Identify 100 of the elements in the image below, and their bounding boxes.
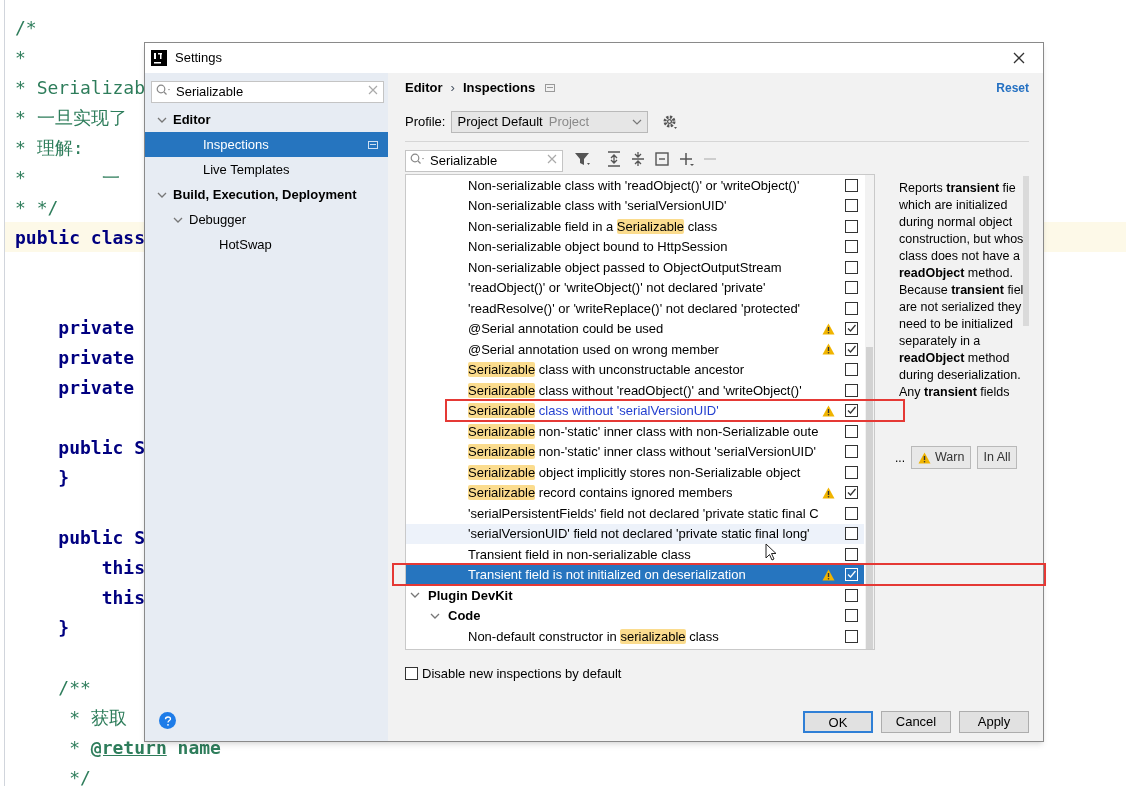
description-line: Because transient fiel (899, 282, 1025, 299)
tree-row[interactable]: Non-serializable field in a Serializable class (406, 216, 864, 237)
toolbar-button[interactable] (605, 150, 623, 168)
code-comment: * Serializab (15, 75, 146, 100)
warning-icon (918, 451, 931, 464)
checkbox[interactable] (845, 363, 858, 377)
checkbox[interactable] (845, 240, 858, 254)
checkbox[interactable] (845, 588, 858, 602)
tree-row[interactable]: Non-default constructor in serializable class (406, 626, 864, 647)
checkbox[interactable] (845, 445, 858, 459)
scope-dropdown[interactable]: In All (977, 446, 1017, 469)
sidebar-item[interactable]: HotSwap (145, 232, 388, 257)
check-icon (846, 343, 857, 355)
description-line: Any transient fields (899, 384, 1011, 401)
group-label: Plugin DevKit (428, 586, 513, 605)
collapse-all-icon (630, 151, 646, 167)
inspection-label: Non-serializable class with 'serialVersionUID' (468, 197, 727, 215)
checkbox[interactable] (845, 506, 858, 520)
checkbox[interactable] (405, 667, 418, 681)
code-comment: * */ (15, 195, 59, 220)
tree-row[interactable]: Non-serializable object passed to ObjectOutputStream (406, 257, 864, 278)
checkbox[interactable] (845, 609, 858, 623)
checkbox[interactable] (845, 342, 858, 356)
tree-row[interactable]: Non-serializable class with 'serialVersionUID' (406, 195, 864, 216)
tree-row[interactable]: @Serial annotation could be used (406, 318, 864, 339)
tree-row[interactable]: Serializable class with unconstructable ancestor (406, 359, 864, 380)
sidebar-item[interactable]: Debugger (145, 207, 388, 232)
checkbox[interactable] (845, 547, 858, 561)
toolbar-button[interactable] (629, 150, 647, 168)
checkbox[interactable] (845, 178, 858, 192)
checkbox[interactable] (845, 383, 858, 397)
breadcrumb-separator: › (450, 79, 455, 98)
disable-new-checkbox[interactable]: Disable new inspections by default (405, 664, 1029, 684)
checkbox[interactable] (845, 486, 858, 500)
tree-row[interactable]: Serializable class without 'readObject()' and 'writeObject()' (406, 380, 864, 401)
check-icon (846, 405, 857, 417)
search-field[interactable]: Serializable (151, 80, 384, 103)
code-line: } (57, 615, 70, 640)
tree-row[interactable]: Serializable object implicitly stores non-Serializable object (406, 462, 864, 483)
dialog-button[interactable]: Cancel (881, 711, 951, 733)
tree-row[interactable]: Serializable non-'static' inner class without 'serialVersionUID' (406, 441, 864, 462)
tree-row[interactable]: Plugin DevKit (406, 585, 864, 606)
dialog-button[interactable]: Apply (959, 711, 1029, 733)
checkbox[interactable] (845, 199, 858, 213)
tree-row[interactable]: 'readResolve()' or 'writeReplace()' not declared 'protected' (406, 298, 864, 319)
checkbox[interactable] (845, 260, 858, 274)
window-title: Settings (175, 49, 222, 68)
scrollbar-thumb[interactable] (1023, 176, 1029, 326)
checkbox[interactable] (845, 301, 858, 315)
tree-row[interactable]: Transient field in non-serializable class (406, 544, 864, 565)
description-line: readObject method. (899, 265, 1014, 282)
tree-row[interactable]: Serializable record contains ignored members (406, 482, 864, 503)
close-button[interactable] (1011, 50, 1027, 66)
checkbox[interactable] (845, 629, 858, 643)
checkbox[interactable] (845, 404, 858, 418)
inspection-label: Non-serializable field in a Serializable class (468, 217, 718, 236)
dialog-button[interactable]: OK (803, 711, 873, 733)
filter-field[interactable]: Serializable (405, 149, 563, 172)
code-line: private (57, 315, 135, 340)
sidebar-item[interactable]: Build, Execution, Deployment (145, 182, 388, 207)
tree-row[interactable]: Serializable class without 'serialVersionUID' (406, 400, 864, 421)
inspection-label: Non-default constructor in serializable class (468, 627, 719, 646)
inspection-label: Serializable object implicitly stores non-Serializable object (468, 463, 801, 482)
settings-button[interactable] (662, 114, 679, 130)
tree-row[interactable]: 'readObject()' or 'writeObject()' not declared 'private' (406, 277, 864, 298)
scrollbar-thumb[interactable] (866, 347, 873, 649)
checkbox[interactable] (845, 424, 858, 438)
sidebar-item[interactable]: Inspections (145, 132, 388, 157)
checkbox[interactable] (845, 322, 858, 336)
tree-row[interactable]: 'serialVersionUID' field not declared 'private static final long' (406, 523, 864, 544)
checkbox[interactable] (845, 465, 858, 479)
checkbox[interactable] (845, 527, 858, 541)
reset-link[interactable]: Reset (996, 79, 1029, 97)
profile-dropdown[interactable]: Project Default Project (451, 111, 649, 133)
tree-row[interactable]: 'serialPersistentFields' field not declared 'private static final C (406, 503, 864, 524)
tree-row[interactable]: Non-serializable class with 'readObject()' or 'writeObject()' (406, 175, 864, 196)
tree-row[interactable]: Serializable non-'static' inner class with non-Serializable oute (406, 421, 864, 442)
code-line: private (57, 345, 135, 370)
description-line: readObject method (899, 350, 1011, 367)
inspection-label: Non-serializable object bound to HttpSession (468, 238, 728, 256)
filter-icon (574, 151, 590, 167)
minus-icon (704, 158, 716, 160)
help-button[interactable] (159, 712, 176, 729)
sidebar-item[interactable]: Live Templates (145, 157, 388, 182)
description-line: construction, but whos (899, 231, 1025, 248)
toolbar-button[interactable] (677, 150, 695, 168)
sidebar-item[interactable]: Editor (145, 107, 388, 132)
checkbox[interactable] (845, 219, 858, 233)
app-icon (151, 50, 167, 66)
inspection-label: 'serialVersionUID' field not declared 'private static final long' (468, 525, 810, 543)
settings-page-icon (545, 84, 556, 92)
inspection-label: Non-serializable class with 'readObject()' or 'writeObject()' (468, 176, 800, 195)
toolbar-button[interactable] (653, 150, 671, 168)
severity-dropdown[interactable]: Warn (911, 446, 972, 469)
toolbar-button[interactable] (573, 150, 591, 168)
checkbox[interactable] (845, 281, 858, 295)
tree-row[interactable]: Code (406, 605, 864, 626)
tree-row[interactable]: @Serial annotation used on wrong member (406, 339, 864, 360)
description-line: Reports transient fie (899, 180, 1017, 197)
tree-row[interactable]: Non-serializable object bound to HttpSession (406, 236, 864, 257)
